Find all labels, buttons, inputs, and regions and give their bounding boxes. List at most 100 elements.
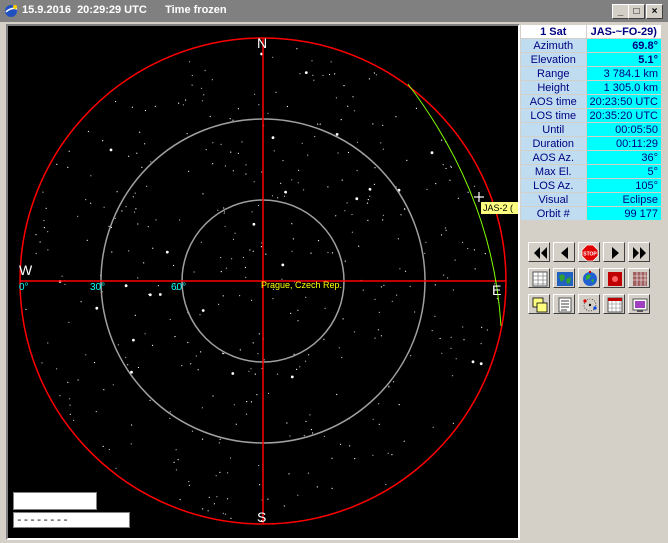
info-value: 36°	[586, 151, 661, 164]
star	[150, 161, 152, 163]
star	[245, 164, 247, 166]
satellite-name[interactable]: JAS-~FO-29)	[586, 25, 661, 38]
info-value: 99 177	[586, 207, 661, 220]
star	[292, 238, 294, 240]
star	[396, 294, 398, 296]
grid-map-icon	[633, 272, 647, 286]
star	[367, 219, 369, 221]
title-bar: 15.9.2016 20:29:29 UTC Time frozen _ □ ×	[0, 0, 668, 22]
grid-map-button[interactable]	[628, 268, 650, 288]
star	[374, 167, 376, 169]
maximize-button[interactable]: □	[628, 4, 645, 19]
info-row: Azimuth 69.8°	[521, 39, 661, 52]
forward-fast-icon	[633, 247, 646, 259]
star	[115, 100, 117, 103]
maximize-icon: □	[633, 6, 640, 17]
star	[291, 223, 293, 225]
star	[45, 207, 47, 209]
star	[267, 498, 269, 500]
calendar-button[interactable]	[603, 294, 625, 314]
star	[257, 204, 260, 207]
radar-plot[interactable]: JAS-2 ( N S W E 0° 30° 60° Prague, Czech…	[8, 26, 518, 538]
star	[445, 167, 447, 170]
star	[426, 188, 428, 190]
star	[134, 192, 136, 194]
star	[223, 211, 226, 213]
star	[305, 296, 307, 298]
info-label: Height	[521, 81, 586, 94]
world-map-button[interactable]	[553, 268, 575, 288]
forward-fast-button[interactable]	[628, 242, 650, 262]
star	[404, 270, 407, 272]
satellite-count[interactable]: 1 Sat	[521, 25, 586, 38]
star	[296, 368, 298, 370]
star	[200, 351, 202, 353]
close-button[interactable]: ×	[646, 4, 663, 19]
satellite-label: JAS-2 (	[483, 203, 513, 213]
info-label: Max El.	[521, 165, 586, 178]
status-field[interactable]: --------	[13, 512, 130, 528]
table-button[interactable]	[528, 268, 550, 288]
star	[195, 355, 197, 357]
star	[205, 149, 207, 151]
star	[383, 284, 385, 286]
star	[232, 238, 235, 240]
red-map-button[interactable]	[603, 268, 625, 288]
star	[356, 170, 358, 172]
rewind-fast-button[interactable]	[528, 242, 550, 262]
windows-button[interactable]	[528, 294, 550, 314]
star	[67, 381, 69, 383]
star	[398, 404, 400, 406]
star	[474, 268, 476, 270]
star	[201, 438, 204, 440]
table-icon	[532, 271, 548, 287]
stop-button[interactable]: STOP	[578, 242, 600, 262]
star	[69, 413, 71, 415]
search-field[interactable]	[13, 492, 97, 510]
orbit-button[interactable]	[578, 294, 600, 314]
star	[303, 435, 305, 437]
star	[288, 473, 290, 475]
star	[137, 223, 139, 225]
star	[175, 449, 177, 451]
star	[290, 375, 294, 379]
star	[186, 133, 188, 135]
star	[319, 123, 321, 125]
list-button[interactable]	[553, 294, 575, 314]
star	[239, 295, 241, 297]
rewind-button[interactable]	[553, 242, 575, 262]
star	[77, 379, 79, 381]
star	[252, 222, 256, 226]
south-label: S	[257, 509, 266, 525]
star	[335, 133, 339, 136]
forward-button[interactable]	[603, 242, 625, 262]
info-row: Visual Eclipse	[521, 193, 661, 206]
app-icon	[5, 5, 18, 17]
star	[375, 74, 377, 76]
star	[203, 94, 205, 96]
star	[232, 170, 234, 172]
star	[322, 74, 324, 77]
star	[257, 353, 259, 355]
star	[313, 79, 315, 81]
star	[378, 403, 380, 405]
star	[212, 163, 214, 165]
star	[237, 108, 239, 110]
star	[41, 362, 43, 364]
info-row: Range 3 784.1 km	[521, 67, 661, 80]
star	[441, 139, 443, 141]
star	[190, 363, 192, 365]
star	[173, 461, 175, 463]
star	[144, 109, 147, 112]
star	[467, 247, 469, 250]
star	[244, 266, 246, 269]
star	[329, 73, 331, 76]
star	[128, 155, 130, 157]
satellite-marker[interactable]	[474, 192, 484, 202]
star	[351, 213, 353, 216]
globe-button[interactable]	[578, 268, 600, 288]
star	[125, 356, 127, 358]
star	[174, 336, 176, 338]
monitor-button[interactable]	[628, 294, 650, 314]
minimize-button[interactable]: _	[612, 4, 629, 19]
